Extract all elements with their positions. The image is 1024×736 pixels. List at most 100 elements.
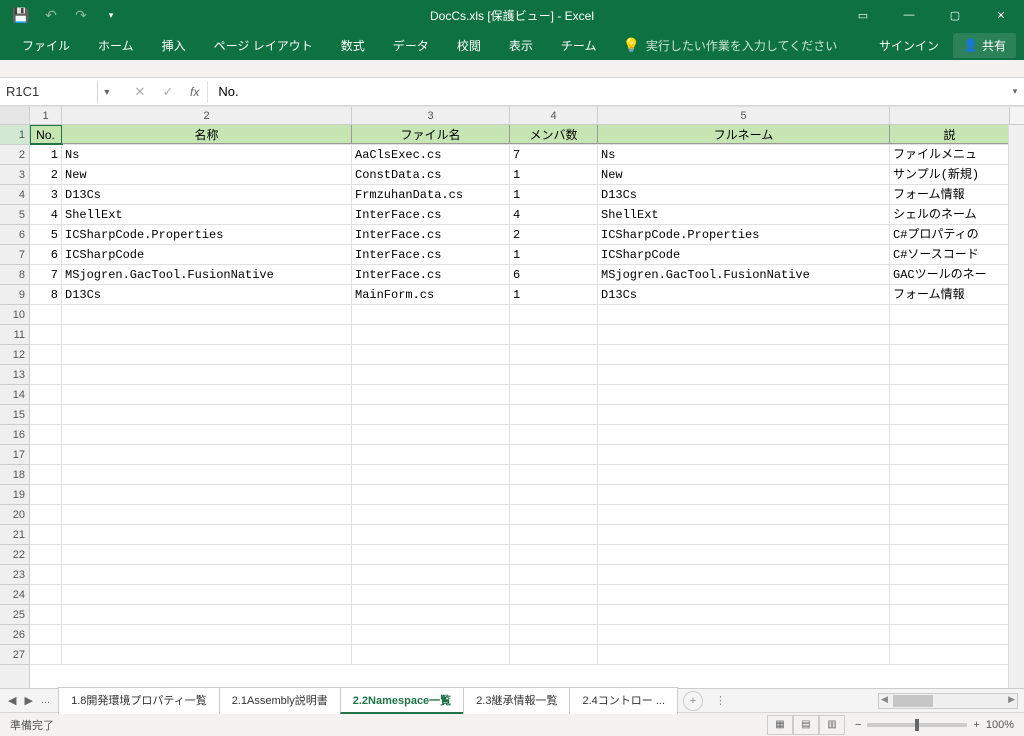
cell[interactable] bbox=[890, 425, 1010, 444]
redo-icon[interactable]: ↷ bbox=[72, 6, 90, 24]
zoom-slider[interactable] bbox=[867, 723, 967, 727]
cell[interactable] bbox=[30, 605, 62, 624]
cell[interactable]: ConstData.cs bbox=[352, 165, 510, 184]
cancel-icon[interactable]: ✕ bbox=[126, 84, 154, 100]
row-header[interactable]: 8 bbox=[0, 265, 29, 285]
tab-formulas[interactable]: 数式 bbox=[327, 30, 379, 60]
tab-file[interactable]: ファイル bbox=[8, 30, 84, 60]
cell[interactable] bbox=[510, 465, 598, 484]
cell[interactable]: 1 bbox=[510, 245, 598, 264]
cell[interactable] bbox=[510, 345, 598, 364]
sheet-nav-next-icon[interactable]: ▶ bbox=[24, 694, 32, 707]
cell[interactable]: 説 bbox=[890, 125, 1010, 144]
col-header[interactable]: 5 bbox=[598, 107, 890, 124]
cell[interactable]: New bbox=[62, 165, 352, 184]
cell[interactable]: ファイル名 bbox=[352, 125, 510, 144]
cell[interactable] bbox=[30, 565, 62, 584]
cell[interactable]: 5 bbox=[30, 225, 62, 244]
cell[interactable] bbox=[30, 645, 62, 664]
cell[interactable] bbox=[30, 485, 62, 504]
cell[interactable] bbox=[510, 445, 598, 464]
cell[interactable] bbox=[890, 465, 1010, 484]
cell[interactable] bbox=[598, 345, 890, 364]
cell[interactable]: D13Cs bbox=[598, 285, 890, 304]
tab-home[interactable]: ホーム bbox=[84, 30, 148, 60]
select-all-corner[interactable] bbox=[0, 107, 30, 124]
cell[interactable] bbox=[510, 305, 598, 324]
cell[interactable]: メンバ数 bbox=[510, 125, 598, 144]
minimize-icon[interactable]: — bbox=[886, 0, 932, 30]
cell[interactable] bbox=[598, 445, 890, 464]
cell[interactable] bbox=[510, 605, 598, 624]
cell[interactable]: ICSharpCode.Properties bbox=[62, 225, 352, 244]
row-header[interactable]: 2 bbox=[0, 145, 29, 165]
cell[interactable] bbox=[890, 525, 1010, 544]
row-header[interactable]: 22 bbox=[0, 545, 29, 565]
sheet-nav-dots[interactable]: ... bbox=[41, 694, 50, 707]
cell[interactable]: 名称 bbox=[62, 125, 352, 144]
cell[interactable] bbox=[30, 425, 62, 444]
tab-data[interactable]: データ bbox=[379, 30, 443, 60]
cell[interactable] bbox=[62, 605, 352, 624]
page-layout-view-icon[interactable]: ▤ bbox=[793, 715, 819, 735]
row-header[interactable]: 4 bbox=[0, 185, 29, 205]
cell[interactable] bbox=[510, 585, 598, 604]
cell[interactable] bbox=[510, 485, 598, 504]
cell[interactable] bbox=[62, 565, 352, 584]
cell[interactable] bbox=[62, 385, 352, 404]
cell[interactable] bbox=[890, 545, 1010, 564]
cell[interactable] bbox=[62, 345, 352, 364]
cell[interactable]: 6 bbox=[30, 245, 62, 264]
row-header[interactable]: 1 bbox=[0, 125, 29, 145]
cell[interactable] bbox=[598, 605, 890, 624]
cell[interactable] bbox=[598, 405, 890, 424]
cell[interactable] bbox=[510, 645, 598, 664]
cell[interactable] bbox=[352, 525, 510, 544]
cell[interactable] bbox=[352, 585, 510, 604]
cell[interactable] bbox=[890, 605, 1010, 624]
cell[interactable] bbox=[62, 365, 352, 384]
row-header[interactable]: 27 bbox=[0, 645, 29, 665]
scroll-thumb[interactable] bbox=[893, 695, 933, 707]
cell[interactable] bbox=[352, 305, 510, 324]
cell[interactable]: D13Cs bbox=[598, 185, 890, 204]
sheet-tab[interactable]: 2.2Namespace一覧 bbox=[340, 687, 464, 714]
cell[interactable]: InterFace.cs bbox=[352, 265, 510, 284]
cell[interactable] bbox=[510, 525, 598, 544]
tab-view[interactable]: 表示 bbox=[495, 30, 547, 60]
normal-view-icon[interactable]: ▦ bbox=[767, 715, 793, 735]
cell[interactable] bbox=[30, 585, 62, 604]
cell[interactable] bbox=[30, 345, 62, 364]
name-box[interactable]: R1C1 bbox=[0, 81, 98, 103]
cell[interactable]: MSjogren.GacTool.FusionNative bbox=[598, 265, 890, 284]
sheet-tab[interactable]: 2.4コントロー ... bbox=[569, 687, 678, 714]
row-header[interactable]: 16 bbox=[0, 425, 29, 445]
cell[interactable]: サンプル(新規) bbox=[890, 165, 1010, 184]
row-header[interactable]: 10 bbox=[0, 305, 29, 325]
cell[interactable]: シェルのネーム bbox=[890, 205, 1010, 224]
cell[interactable] bbox=[30, 505, 62, 524]
cell[interactable] bbox=[510, 565, 598, 584]
row-header[interactable]: 6 bbox=[0, 225, 29, 245]
cell[interactable]: 1 bbox=[510, 185, 598, 204]
cell[interactable]: 2 bbox=[30, 165, 62, 184]
cell[interactable]: No. bbox=[30, 125, 62, 144]
save-icon[interactable]: 💾 bbox=[12, 6, 30, 24]
cell[interactable] bbox=[62, 485, 352, 504]
cell[interactable]: ICSharpCode bbox=[598, 245, 890, 264]
cell[interactable] bbox=[890, 385, 1010, 404]
cell[interactable] bbox=[352, 625, 510, 644]
cell[interactable] bbox=[598, 325, 890, 344]
cell[interactable] bbox=[890, 645, 1010, 664]
cell[interactable]: ICSharpCode.Properties bbox=[598, 225, 890, 244]
cell[interactable] bbox=[30, 305, 62, 324]
col-header[interactable]: 1 bbox=[30, 107, 62, 124]
cell[interactable] bbox=[62, 525, 352, 544]
cell[interactable]: C#ソースコード bbox=[890, 245, 1010, 264]
sheet-tab[interactable]: 2.3継承情報一覧 bbox=[463, 687, 570, 714]
cell[interactable]: FrmzuhanData.cs bbox=[352, 185, 510, 204]
cell[interactable] bbox=[890, 445, 1010, 464]
zoom-slider-thumb[interactable] bbox=[915, 719, 919, 731]
cell[interactable]: ShellExt bbox=[62, 205, 352, 224]
cell[interactable]: 7 bbox=[510, 145, 598, 164]
